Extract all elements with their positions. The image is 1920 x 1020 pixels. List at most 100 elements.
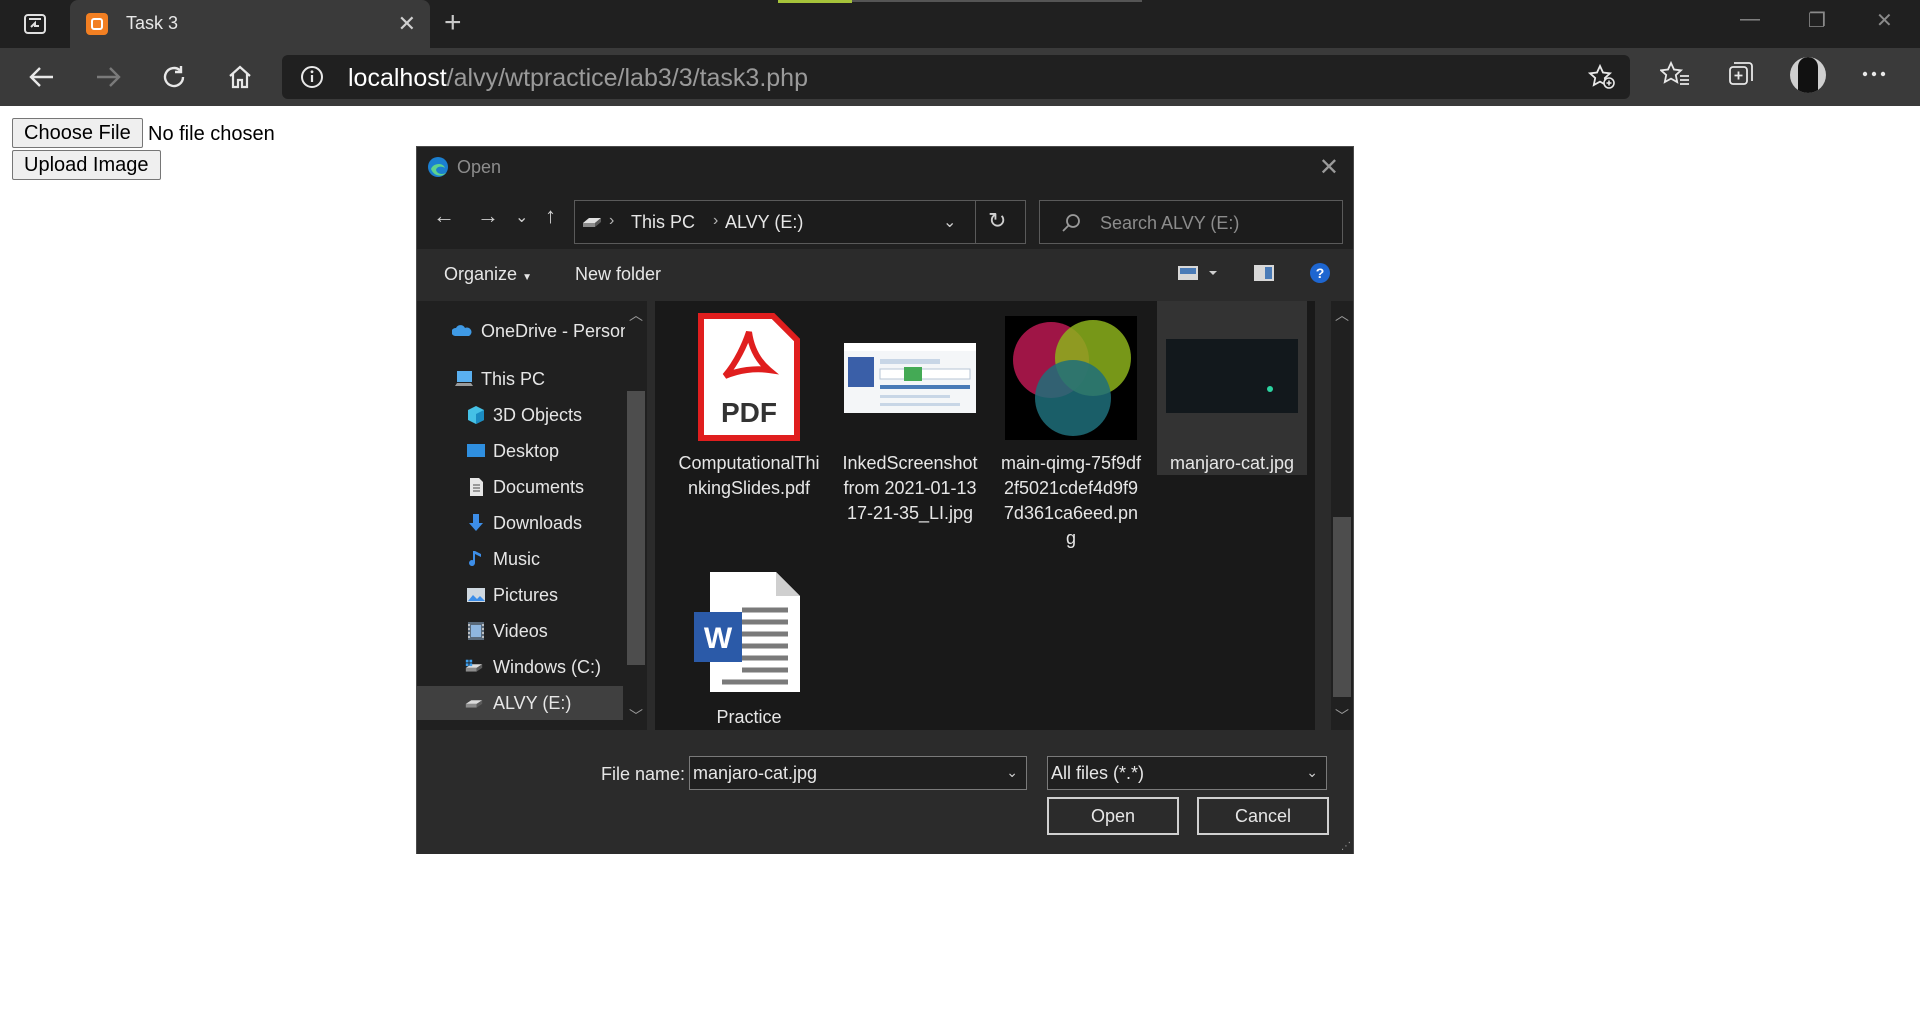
music-icon xyxy=(469,551,481,567)
sidebar-item-this-pc[interactable]: This PC xyxy=(417,362,623,396)
dialog-footer: File name: manjaro-cat.jpg ⌄ All files (… xyxy=(417,730,1353,854)
file-item[interactable]: W Practice xyxy=(674,559,824,736)
url-host: localhost xyxy=(348,64,447,92)
file-list-scrollbar[interactable]: ︿ ﹀ xyxy=(1331,301,1353,730)
file-type-select[interactable]: All files (*.*) ⌄ xyxy=(1047,756,1327,790)
word-document-icon: W xyxy=(674,559,824,705)
navigation-pane: OneDrive - Person This PC 3D Objects Des… xyxy=(417,301,647,730)
venn-diagram-thumbnail-icon xyxy=(996,305,1146,451)
scroll-up-icon[interactable]: ︿ xyxy=(1335,305,1349,325)
add-favorite-icon[interactable] xyxy=(1587,63,1616,95)
edge-browser-icon xyxy=(428,157,448,177)
file-name-dropdown-icon[interactable]: ⌄ xyxy=(1006,764,1018,781)
pdf-file-icon: PDF xyxy=(674,305,824,451)
cancel-button[interactable]: Cancel xyxy=(1197,797,1329,835)
breadcrumb-current-drive[interactable]: ALVY (E:) xyxy=(725,212,803,233)
open-button[interactable]: Open xyxy=(1047,797,1179,835)
sidebar-item-desktop[interactable]: Desktop xyxy=(417,434,623,468)
help-icon[interactable]: ? xyxy=(1309,262,1331,289)
xampp-favicon-icon xyxy=(86,13,108,35)
tab-actions-icon[interactable] xyxy=(18,10,52,38)
breadcrumb-this-pc[interactable]: This PC xyxy=(631,212,695,233)
open-file-dialog: Open ✕ ← → ⌄ ↑ › This PC › ALVY (E:) ⌄ ↻… xyxy=(416,146,1354,854)
sidebar-item-pictures[interactable]: Pictures xyxy=(417,578,623,612)
favorites-icon[interactable] xyxy=(1658,60,1690,93)
svg-text:PDF: PDF xyxy=(721,397,777,428)
breadcrumb[interactable]: › This PC › ALVY (E:) ⌄ ↻ xyxy=(574,200,1026,244)
breadcrumb-dropdown-icon[interactable]: ⌄ xyxy=(943,212,956,232)
file-item[interactable]: main-qimg-75f9df2f5021cdef4d9f97d361ca6e… xyxy=(996,305,1146,557)
scroll-up-icon[interactable]: ︿ xyxy=(629,305,643,325)
sidebar-item-documents[interactable]: Documents xyxy=(417,470,623,504)
recent-locations-icon[interactable]: ⌄ xyxy=(515,207,528,227)
new-folder-button[interactable]: New folder xyxy=(575,264,661,285)
loading-track xyxy=(852,0,1142,2)
home-icon[interactable] xyxy=(220,58,260,96)
change-view-icon[interactable] xyxy=(1177,263,1221,288)
navigation-scrollbar[interactable]: ︿ ﹀ xyxy=(625,301,647,730)
close-tab-icon[interactable]: ✕ xyxy=(398,10,416,38)
new-tab-button[interactable]: + xyxy=(444,8,462,38)
collections-icon[interactable] xyxy=(1726,60,1756,93)
sidebar-item-videos[interactable]: Videos xyxy=(417,614,623,648)
forward-icon[interactable] xyxy=(88,58,128,96)
sidebar-item-label: OneDrive - Person xyxy=(481,321,631,341)
file-item-selected[interactable]: manjaro-cat.jpg xyxy=(1157,301,1307,475)
preview-pane-icon[interactable] xyxy=(1253,263,1275,288)
url-text: localhost/alvy/wtpractice/lab3/3/task3.p… xyxy=(348,64,808,93)
scroll-down-icon[interactable]: ﹀ xyxy=(629,706,643,726)
sidebar-item-label: Downloads xyxy=(493,513,583,533)
onedrive-icon xyxy=(452,325,472,336)
file-name-input[interactable]: manjaro-cat.jpg ⌄ xyxy=(689,756,1027,790)
scrollbar-thumb[interactable] xyxy=(1333,517,1351,697)
sidebar-item-3d-objects[interactable]: 3D Objects xyxy=(417,398,623,432)
file-item[interactable]: PDF ComputationalThinkingSlides.pdf xyxy=(674,305,824,507)
up-folder-icon[interactable]: ↑ xyxy=(545,203,556,229)
dialog-back-icon[interactable]: ← xyxy=(433,203,455,229)
svg-text:W: W xyxy=(704,622,733,655)
desktop-icon xyxy=(467,444,485,457)
pictures-icon xyxy=(467,588,485,602)
sidebar-item-windows-c[interactable]: Windows (C:) xyxy=(417,650,623,684)
choose-file-button[interactable]: Choose File xyxy=(12,118,143,148)
resize-grip-icon[interactable]: ⋰ xyxy=(1341,841,1351,852)
scrollbar-thumb[interactable] xyxy=(627,391,645,665)
browser-tab-bar: Task 3 ✕ + ― ❐ ✕ xyxy=(0,0,1920,48)
more-options-icon[interactable] xyxy=(1860,64,1888,89)
file-type-dropdown-icon[interactable]: ⌄ xyxy=(1306,764,1318,781)
file-item[interactable]: InkedScreenshot from 2021-01-13 17-21-35… xyxy=(835,305,985,532)
profile-avatar[interactable] xyxy=(1790,57,1826,93)
sidebar-item-music[interactable]: Music xyxy=(417,542,623,576)
file-name: ComputationalThinkingSlides.pdf xyxy=(678,453,820,498)
dialog-close-icon[interactable]: ✕ xyxy=(1319,153,1339,182)
file-name-label: File name: xyxy=(601,764,686,784)
organize-menu[interactable]: Organize ▼ xyxy=(444,264,532,285)
scroll-down-icon[interactable]: ﹀ xyxy=(1335,706,1349,726)
sidebar-item-onedrive[interactable]: OneDrive - Person xyxy=(417,314,630,348)
svg-text:?: ? xyxy=(1316,265,1325,281)
sidebar-item-label: This PC xyxy=(481,369,546,389)
dark-image-thumbnail-icon xyxy=(1157,301,1307,451)
breadcrumb-divider xyxy=(975,201,976,243)
cube-icon xyxy=(468,406,484,424)
minimize-icon[interactable]: ― xyxy=(1740,8,1760,31)
sidebar-item-downloads[interactable]: Downloads xyxy=(417,506,623,540)
back-icon[interactable] xyxy=(22,58,62,96)
refresh-icon[interactable] xyxy=(154,58,194,96)
restore-icon[interactable]: ❐ xyxy=(1808,8,1826,33)
close-window-icon[interactable]: ✕ xyxy=(1876,8,1893,33)
sidebar-item-alvy-e[interactable]: ALVY (E:) xyxy=(417,686,623,720)
document-icon xyxy=(470,478,483,496)
drive-icon xyxy=(465,700,483,708)
file-name-value: manjaro-cat.jpg xyxy=(693,763,818,783)
dialog-refresh-icon[interactable]: ↻ xyxy=(988,208,1006,234)
upload-image-button[interactable]: Upload Image xyxy=(12,150,161,180)
site-info-icon[interactable] xyxy=(300,65,324,94)
file-name: InkedScreenshot from 2021-01-13 17-21-35… xyxy=(842,453,978,523)
address-bar[interactable]: localhost/alvy/wtpractice/lab3/3/task3.p… xyxy=(282,55,1630,99)
browser-tab[interactable]: Task 3 ✕ xyxy=(70,0,430,48)
dialog-forward-icon[interactable]: → xyxy=(477,203,499,229)
sidebar-item-label: 3D Objects xyxy=(493,405,583,425)
breadcrumb-separator-icon: › xyxy=(713,212,719,229)
dialog-search-box[interactable]: Search ALVY (E:) xyxy=(1039,200,1343,244)
